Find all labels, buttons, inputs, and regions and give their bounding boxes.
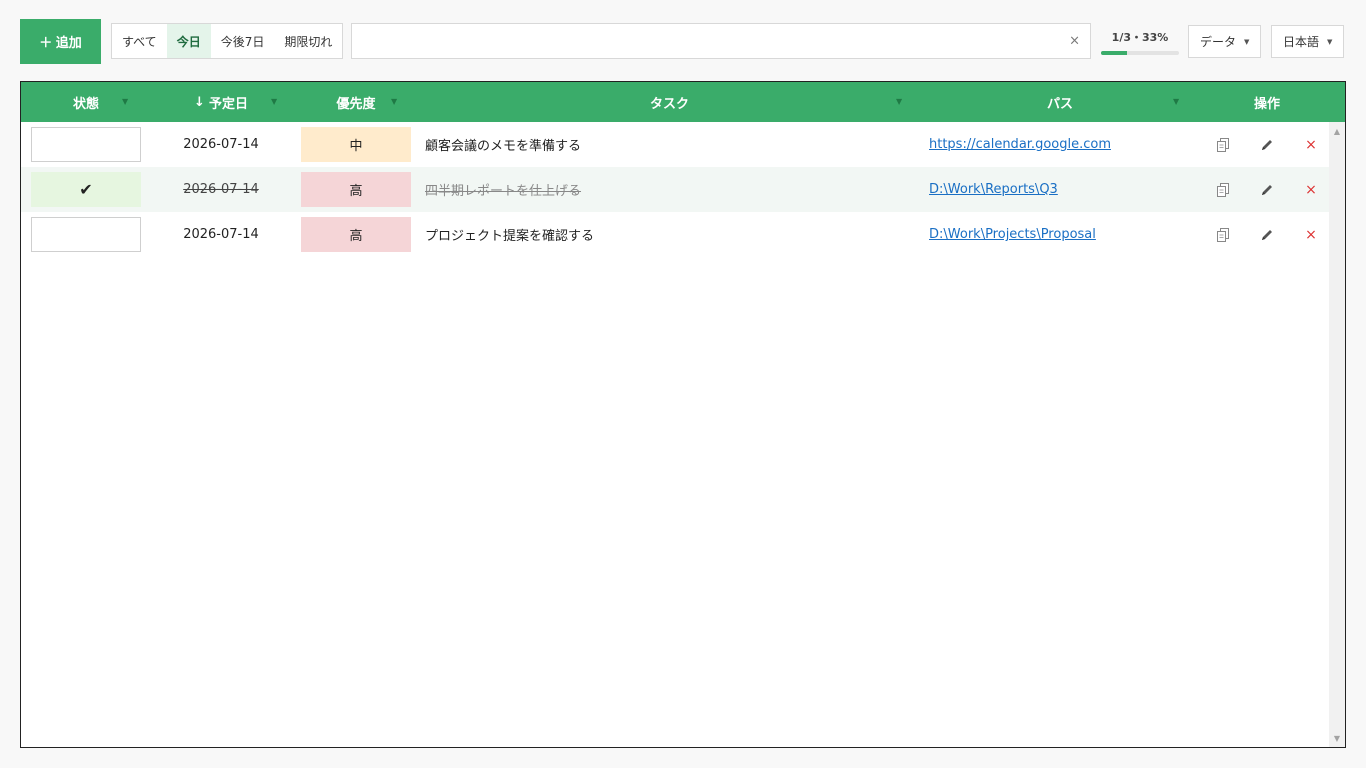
task-text: 四半期レポートを仕上げる [425,184,582,199]
language-dropdown[interactable]: 日本語 ▼ [1271,25,1345,58]
header-actions-label: 操作 [1253,96,1280,112]
path-link[interactable]: D:\Work\Projects\Proposal [929,227,1096,242]
header-status-label: 状態 [72,96,99,112]
header-due-date[interactable]: ↓ 予定日 [151,82,291,122]
table-header: 状態 ▼ ↓ 予定日 ▼ 優先度 ▼ タスク ▼ パス ▼ 操作 [21,82,1345,122]
scroll-up-icon[interactable]: ▲ [1329,124,1345,138]
language-label: 日本語 [1283,35,1320,49]
pencil-icon[interactable] [1255,122,1279,167]
filter-all[interactable]: すべて [112,24,167,58]
header-task-label: タスク [649,96,689,112]
close-icon[interactable]: × [1299,122,1323,167]
clear-search-icon[interactable]: × [1069,34,1080,49]
data-menu-dropdown[interactable]: データ ▼ [1188,25,1262,58]
status-checkbox[interactable]: ✔ [31,172,141,207]
header-priority-label: 優先度 [336,96,376,112]
priority-cell[interactable]: 高 [301,172,411,207]
due-filter-icon[interactable]: ▼ [271,97,277,106]
due-date-cell: 2026-07-14 [183,182,259,197]
copy-icon[interactable] [1211,122,1235,167]
search-input[interactable] [352,24,1090,58]
pencil-icon[interactable] [1255,212,1279,257]
header-status[interactable]: 状態 [21,82,151,122]
header-actions: 操作 [1201,82,1333,122]
due-date-cell: 2026-07-14 [183,227,259,242]
close-icon[interactable]: × [1299,167,1323,212]
path-cell: D:\Work\Reports\Q3 [929,167,1199,212]
filter-next-7-days[interactable]: 今後7日 [211,24,275,58]
progress-bar-fill [1101,51,1127,55]
task-filter-icon[interactable]: ▼ [896,97,902,106]
header-path[interactable]: パス [928,82,1192,122]
task-cell[interactable]: 顧客会議のメモを準備する [425,122,915,167]
pencil-icon[interactable] [1255,167,1279,212]
path-cell: D:\Work\Projects\Proposal [929,212,1199,257]
caret-down-icon: ▼ [1244,37,1250,46]
status-checkbox[interactable] [31,217,141,252]
task-cell[interactable]: 四半期レポートを仕上げる [425,167,915,212]
due-date-cell: 2026-07-14 [183,137,259,152]
status-checkbox[interactable] [31,127,141,162]
copy-icon[interactable] [1211,167,1235,212]
caret-down-icon: ▼ [1327,37,1333,46]
path-link[interactable]: D:\Work\Reports\Q3 [929,182,1058,197]
path-cell: https://calendar.google.com [929,122,1199,167]
task-text: 顧客会議のメモを準備する [425,139,582,154]
priority-filter-icon[interactable]: ▼ [391,97,397,106]
path-filter-icon[interactable]: ▼ [1173,97,1179,106]
filter-today[interactable]: 今日 [166,24,211,58]
sort-desc-icon: ↓ [194,94,205,110]
priority-cell[interactable]: 中 [301,127,411,162]
progress-text: 1/3・33% [1111,31,1169,44]
path-link[interactable]: https://calendar.google.com [929,137,1111,152]
date-filter-group: すべて 今日 今後7日 期限切れ [111,23,344,59]
task-table: 状態 ▼ ↓ 予定日 ▼ 優先度 ▼ タスク ▼ パス ▼ 操作 2026-07… [20,81,1346,748]
progress-bar [1101,51,1179,55]
search-box: × [351,23,1091,59]
vertical-scrollbar[interactable]: ▲ ▼ [1329,122,1345,747]
close-icon[interactable]: × [1299,212,1323,257]
data-menu-label: データ [1200,35,1237,49]
header-due-label: 予定日 [208,96,248,112]
task-cell[interactable]: プロジェクト提案を確認する [425,212,915,257]
table-row: 2026-07-14 中 顧客会議のメモを準備する https://calend… [21,122,1329,167]
add-task-button[interactable]: ＋ 追加 [20,19,101,64]
table-row: ✔ 2026-07-14 高 四半期レポートを仕上げる D:\Work\Repo… [21,167,1329,212]
status-filter-icon[interactable]: ▼ [122,97,128,106]
filter-overdue[interactable]: 期限切れ [274,24,342,58]
task-text: プロジェクト提案を確認する [425,229,595,244]
copy-icon[interactable] [1211,212,1235,257]
header-path-label: パス [1046,96,1073,112]
priority-cell[interactable]: 高 [301,217,411,252]
scroll-down-icon[interactable]: ▼ [1329,731,1345,745]
header-task[interactable]: タスク [411,82,928,122]
completion-progress: 1/3・33% [1101,29,1179,55]
table-row: 2026-07-14 高 プロジェクト提案を確認する D:\Work\Proje… [21,212,1329,257]
